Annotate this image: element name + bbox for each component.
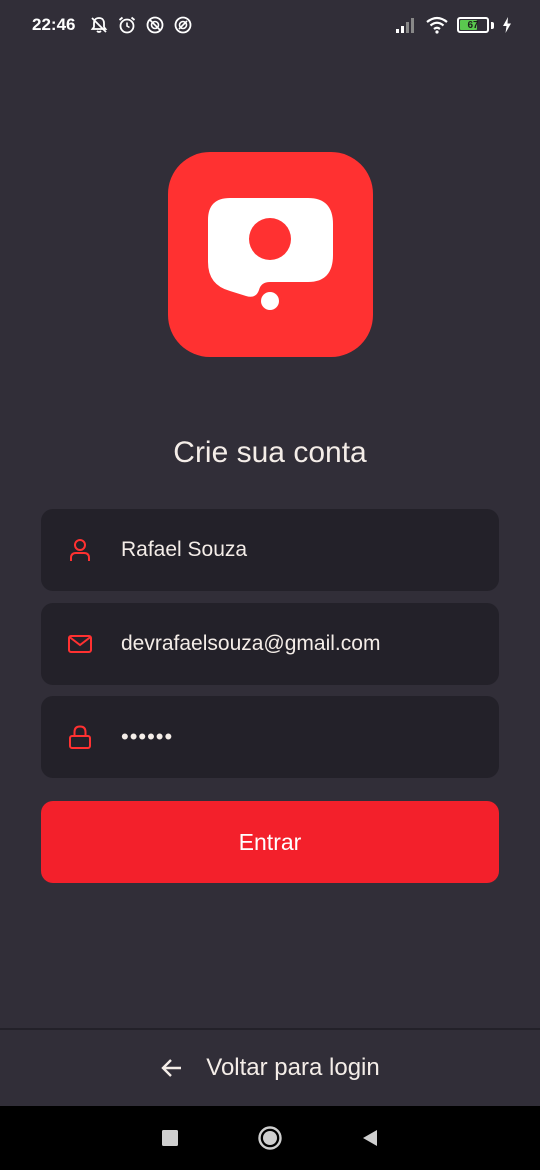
name-field[interactable]: Rafael Souza [41, 509, 499, 591]
email-input[interactable]: devrafaelsouza@gmail.com [121, 632, 380, 656]
status-time: 22:46 [32, 15, 76, 34]
signal-icon [395, 17, 417, 33]
back-to-login-label: Voltar para login [206, 1054, 380, 1081]
app-logo [168, 152, 373, 357]
page-title: Crie sua conta [173, 436, 367, 469]
submit-button[interactable]: Entrar [41, 801, 499, 883]
sign-up-screen: 22:46 67 Crie sua conta Rafael Souza dev… [0, 0, 540, 1170]
dnd-icon [145, 15, 165, 35]
back-to-login-link[interactable]: Voltar para login [0, 1030, 540, 1106]
recents-button[interactable] [150, 1118, 190, 1158]
battery-cap [491, 21, 494, 29]
lock-icon [67, 724, 93, 750]
data-saver-icon [173, 15, 193, 35]
email-field[interactable]: devrafaelsouza@gmail.com [41, 603, 499, 685]
back-button[interactable] [350, 1118, 390, 1158]
battery-percent: 67 [467, 19, 479, 31]
status-left: 22:46 [32, 15, 193, 35]
status-right: 67 [395, 16, 512, 34]
system-nav-bar [0, 1106, 540, 1170]
wifi-icon [425, 16, 449, 34]
status-bar: 22:46 67 [0, 0, 540, 50]
user-icon [67, 537, 93, 563]
password-field[interactable]: •••••• [41, 696, 499, 778]
password-input[interactable]: •••••• [121, 724, 173, 750]
mail-icon [67, 631, 93, 657]
arrow-left-icon [160, 1057, 184, 1079]
bell-off-icon [89, 15, 109, 35]
name-input[interactable]: Rafael Souza [121, 538, 247, 562]
alarm-icon [117, 15, 137, 35]
charging-icon [502, 17, 512, 33]
battery-icon: 67 [457, 17, 489, 33]
home-button[interactable] [250, 1118, 290, 1158]
